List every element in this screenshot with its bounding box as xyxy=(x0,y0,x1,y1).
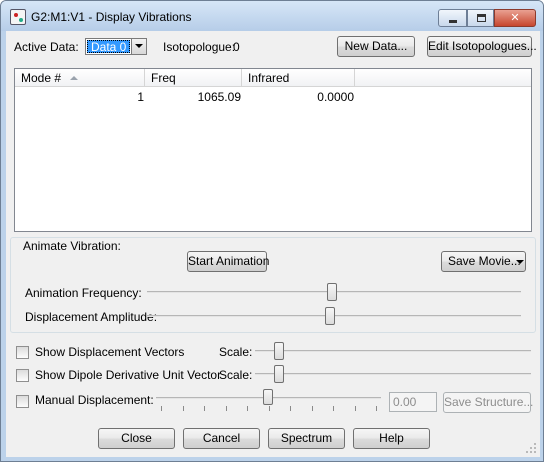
save-movie-button[interactable]: Save Movie... xyxy=(441,251,526,272)
slider-tick xyxy=(247,406,248,411)
table-row[interactable]: 1 1065.09 0.0000 xyxy=(15,89,355,106)
save-movie-label: Save Movie... xyxy=(448,254,521,268)
resize-grip-icon[interactable] xyxy=(526,443,536,453)
slider-tick xyxy=(183,406,184,411)
active-data-value: Data 0 xyxy=(87,40,130,54)
minimize-button[interactable] xyxy=(438,9,467,27)
close-window-button[interactable]: ✕ xyxy=(494,9,536,27)
displacement-amplitude-slider-thumb[interactable] xyxy=(325,307,335,325)
table-header: Mode # Freq Infrared xyxy=(15,69,531,87)
maximize-icon xyxy=(477,14,486,22)
slider-tick xyxy=(269,406,270,411)
manual-displacement-ticks xyxy=(156,406,381,411)
dialog-client: Active Data: Data 0 Isotopologue: 0 New … xyxy=(6,31,540,457)
slider-tick xyxy=(290,406,291,411)
show-displacement-vectors-label: Show Displacement Vectors xyxy=(35,345,185,359)
dialog-window: G2:M1:V1 - Display Vibrations ✕ Active D… xyxy=(0,0,544,462)
column-header-mode-label: Mode # xyxy=(21,71,62,85)
sort-ascending-icon xyxy=(70,76,78,80)
maximize-button[interactable] xyxy=(467,9,494,27)
slider-tick xyxy=(333,406,334,411)
cell-freq: 1065.09 xyxy=(197,90,241,104)
edit-isotopologues-button[interactable]: Edit Isotopologues... xyxy=(427,36,537,57)
animation-frequency-slider-thumb[interactable] xyxy=(327,283,337,301)
title-bar[interactable]: G2:M1:V1 - Display Vibrations ✕ xyxy=(1,1,543,31)
displacement-scale-track[interactable] xyxy=(255,350,531,352)
cell-infrared: 0.0000 xyxy=(317,90,354,104)
combo-dropdown-button[interactable] xyxy=(131,39,146,54)
manual-displacement-slider-thumb[interactable] xyxy=(263,389,273,405)
cell-mode: 1 xyxy=(137,90,144,104)
slider-tick xyxy=(312,406,313,411)
slider-tick xyxy=(355,406,356,411)
chevron-down-icon xyxy=(135,44,143,48)
slider-tick xyxy=(161,406,162,411)
dipole-scale-slider-thumb[interactable] xyxy=(274,365,284,383)
column-header-mode[interactable]: Mode # xyxy=(15,69,145,87)
close-icon: ✕ xyxy=(510,12,520,24)
animate-vibration-label: Animate Vibration: xyxy=(23,239,121,253)
column-header-freq[interactable]: Freq xyxy=(145,69,242,87)
dipole-scale-track[interactable] xyxy=(255,373,531,375)
window-title: G2:M1:V1 - Display Vibrations xyxy=(31,10,192,24)
show-displacement-vectors-checkbox[interactable] xyxy=(16,346,29,359)
new-data-button[interactable]: New Data... xyxy=(337,36,415,57)
manual-displacement-value-field[interactable]: 0.00 xyxy=(389,392,437,412)
slider-tick xyxy=(376,406,377,411)
displacement-scale-slider-thumb[interactable] xyxy=(274,342,284,360)
gaussview-app-icon xyxy=(10,9,26,25)
start-animation-button[interactable]: Start Animation xyxy=(187,251,269,272)
show-dipole-vector-label: Show Dipole Derivative Unit Vector xyxy=(35,368,222,382)
slider-tick xyxy=(226,406,227,411)
chevron-down-icon xyxy=(516,260,524,264)
close-button[interactable]: Close xyxy=(98,428,175,449)
slider-tick xyxy=(204,406,205,411)
column-header-infrared[interactable]: Infrared xyxy=(242,69,355,87)
isotopologue-value: 0 xyxy=(233,40,240,54)
save-structure-button[interactable]: Save Structure... xyxy=(443,392,533,413)
isotopologue-label: Isotopologue: xyxy=(163,40,236,54)
dipole-scale-label: Scale: xyxy=(219,368,253,382)
help-button[interactable]: Help xyxy=(353,428,430,449)
manual-displacement-checkbox[interactable] xyxy=(16,395,29,408)
active-data-label: Active Data: xyxy=(14,40,79,54)
spectrum-button[interactable]: Spectrum xyxy=(268,428,345,449)
active-data-combo[interactable]: Data 0 xyxy=(85,38,147,55)
animation-frequency-label: Animation Frequency: xyxy=(25,286,142,300)
cancel-button[interactable]: Cancel xyxy=(183,428,260,449)
manual-displacement-label: Manual Displacement: xyxy=(35,393,154,407)
minimize-icon xyxy=(449,20,457,23)
displacement-scale-label: Scale: xyxy=(219,345,253,359)
displacement-amplitude-label: Displacement Amplitude: xyxy=(25,310,158,324)
show-dipole-vector-checkbox[interactable] xyxy=(16,369,29,382)
vibrations-table[interactable]: Mode # Freq Infrared 1 1065.09 0.0000 xyxy=(14,68,532,232)
